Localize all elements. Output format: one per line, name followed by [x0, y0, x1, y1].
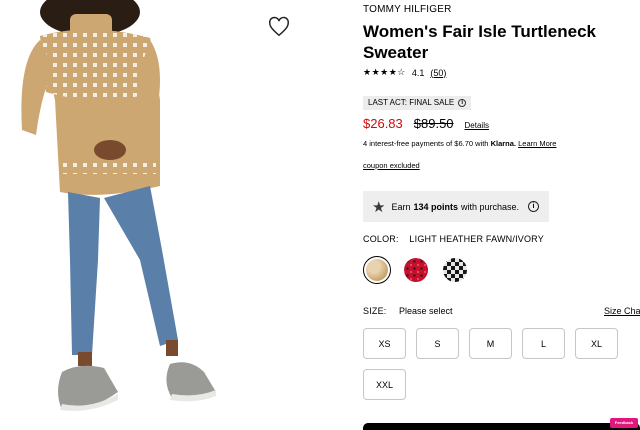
klarna-financing: 4 interest-free payments of $6.70 with K…: [363, 139, 556, 148]
rewards-points-banner: ★ Earn 134 points with purchase. i: [363, 191, 549, 222]
size-option-s[interactable]: S: [416, 328, 459, 359]
color-label: COLOR:: [363, 234, 399, 244]
brand-name[interactable]: TOMMY HILFIGER: [363, 4, 452, 15]
product-photo: [21, 0, 216, 411]
product-image[interactable]: [0, 0, 345, 430]
info-icon[interactable]: i: [458, 99, 467, 107]
size-option-xs[interactable]: XS: [363, 328, 406, 359]
product-title: Women's Fair Isle Turtleneck Sweater: [363, 22, 596, 62]
swatch-black-pattern[interactable]: [441, 256, 469, 284]
points-suffix: with purchase.: [460, 201, 520, 212]
klarna-logo: Klarna.: [490, 139, 517, 148]
points-prefix: Earn: [391, 201, 411, 212]
size-chart-link[interactable]: Size Chart: [604, 306, 640, 316]
size-prompt: Please select: [399, 306, 453, 316]
price-row: $26.83 $89.50 Details: [363, 116, 489, 131]
coupon-excluded-link[interactable]: coupon excluded: [363, 161, 420, 170]
points-amount: 134 points: [413, 201, 458, 212]
selected-color-name: LIGHT HEATHER FAWN/IVORY: [409, 234, 544, 244]
swatch-light-heather-fawn[interactable]: [363, 256, 391, 284]
swatch-red-pattern[interactable]: [402, 256, 430, 284]
product-details-panel: TOMMY HILFIGER Women's Fair Isle Turtlen…: [363, 0, 640, 430]
klarna-text: 4 interest-free payments of $6.70 with: [363, 139, 489, 148]
add-to-bag-button[interactable]: [363, 423, 640, 430]
size-option-l[interactable]: L: [522, 328, 565, 359]
color-selection-label: COLOR: LIGHT HEATHER FAWN/IVORY: [363, 234, 544, 244]
feedback-tab[interactable]: Feedback: [610, 418, 638, 428]
price-details-link[interactable]: Details: [465, 121, 489, 130]
rating-summary[interactable]: ★★★★☆ 4.1 (50): [363, 67, 446, 78]
rating-stars-icon: ★★★★☆: [363, 67, 406, 77]
color-swatches: [363, 256, 469, 284]
points-info-icon[interactable]: i: [528, 201, 539, 212]
size-label: SIZE:: [363, 306, 387, 316]
final-sale-label: LAST ACT: FINAL SALE: [368, 98, 455, 107]
klarna-learn-more-link[interactable]: Learn More: [518, 139, 556, 148]
favorite-heart-icon[interactable]: [268, 16, 290, 38]
size-selection-label: SIZE: Please select Size Chart: [363, 306, 640, 316]
size-option-m[interactable]: M: [469, 328, 512, 359]
final-sale-badge: LAST ACT: FINAL SALE i: [363, 96, 472, 110]
original-price: $89.50: [413, 116, 454, 131]
sale-price: $26.83: [363, 116, 403, 131]
star-icon: ★: [372, 198, 386, 216]
size-option-xl[interactable]: XL: [575, 328, 618, 359]
rating-value: 4.1: [411, 67, 425, 78]
review-count-link[interactable]: (50): [430, 68, 446, 78]
size-option-xxl[interactable]: XXL: [363, 369, 406, 400]
